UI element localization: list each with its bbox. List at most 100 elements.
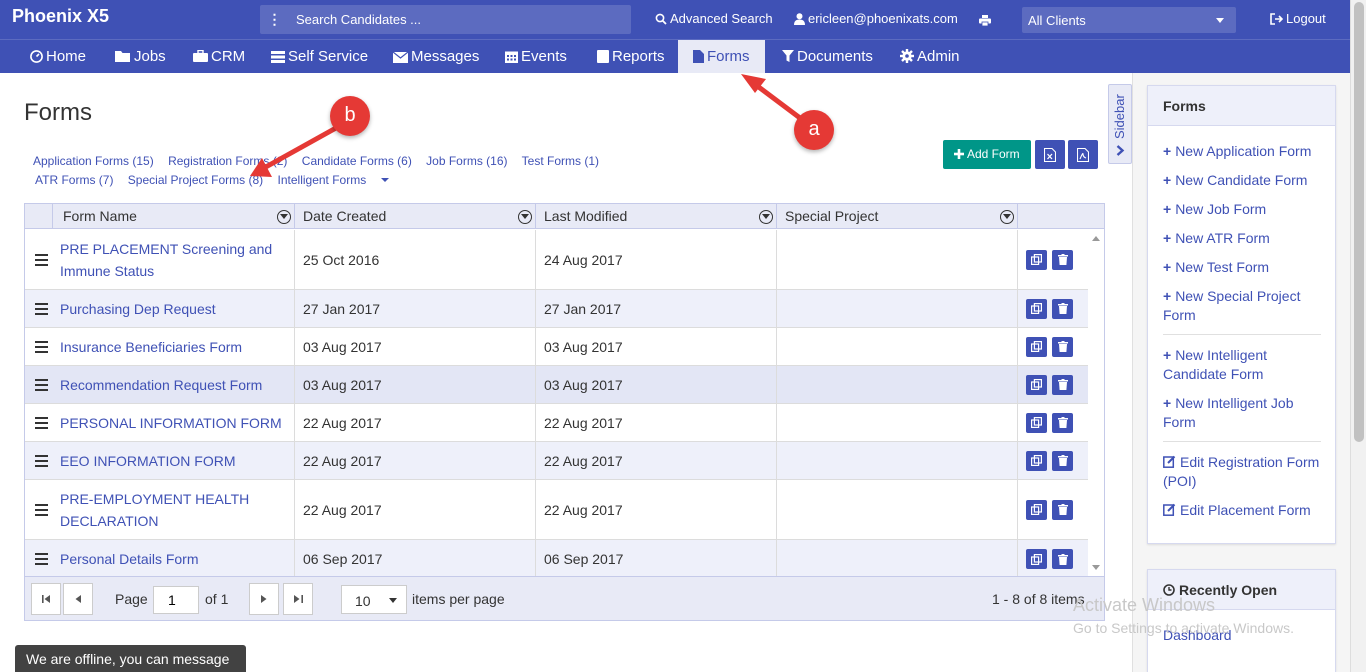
nav-jobs[interactable]: Jobs [115,40,166,73]
form-name-link[interactable]: PERSONAL INFORMATION FORM [52,404,294,441]
grid-scrollbar[interactable] [1088,230,1104,576]
advanced-search-link[interactable]: Advanced Search [655,11,773,26]
new-atr-form-link[interactable]: + New ATR Form [1163,229,1323,248]
nav-documents[interactable]: Documents [782,40,873,73]
logout-button[interactable]: Logout [1270,11,1326,26]
column-filter-icon[interactable] [759,210,773,224]
copy-form-button[interactable] [1026,499,1047,520]
user-menu[interactable]: ericleen@phoenixats.com [794,11,958,26]
drag-handle-icon[interactable] [35,454,48,467]
new-intelligent-candidate-form-link[interactable]: + New Intelligent Candidate Form [1163,346,1323,384]
form-name-link[interactable]: Personal Details Form [52,540,294,576]
app-title[interactable]: Phoenix X5 [12,6,109,27]
new-application-form-link[interactable]: + New Application Form [1163,142,1323,161]
table-row[interactable]: PRE PLACEMENT Screening and Immune Statu… [25,230,1088,290]
new-intelligent-job-form-link[interactable]: + New Intelligent Job Form [1163,394,1323,432]
delete-form-button[interactable] [1052,450,1073,471]
form-name-link[interactable]: Insurance Beneficiaries Form [52,328,294,365]
form-name-link[interactable]: Recommendation Request Form [52,366,294,403]
column-filter-icon[interactable] [1000,210,1014,224]
table-row[interactable]: EEO INFORMATION FORM 22 Aug 2017 22 Aug … [25,442,1088,480]
filter-application-forms[interactable]: Application Forms (15) [33,154,154,168]
page-scrollbar[interactable] [1350,0,1366,672]
copy-form-button[interactable] [1026,374,1047,395]
table-row[interactable]: Purchasing Dep Request 27 Jan 2017 27 Ja… [25,290,1088,328]
copy-form-button[interactable] [1026,336,1047,357]
delete-form-button[interactable] [1052,549,1073,569]
delete-form-button[interactable] [1052,374,1073,395]
column-date-created[interactable]: Date Created [294,204,535,229]
copy-form-button[interactable] [1026,450,1047,471]
new-job-form-link[interactable]: + New Job Form [1163,200,1323,219]
copy-form-button[interactable] [1026,249,1047,270]
chat-offline-bar[interactable]: We are offline, you can message us. [15,645,246,672]
filter-candidate-forms[interactable]: Candidate Forms (6) [302,154,412,168]
drag-handle-icon[interactable] [35,253,48,266]
copy-form-button[interactable] [1026,412,1047,433]
search-input[interactable] [289,7,627,32]
column-filter-icon[interactable] [518,210,532,224]
search-options-icon[interactable]: ⋮ [260,5,289,34]
delete-form-button[interactable] [1052,249,1073,270]
column-form-name[interactable]: Form Name [52,204,294,229]
form-name-link[interactable]: PRE-EMPLOYMENT HEALTH DECLARATION [52,480,294,539]
new-candidate-form-link[interactable]: + New Candidate Form [1163,171,1323,190]
form-name-link[interactable]: Purchasing Dep Request [52,290,294,327]
form-name-link[interactable]: PRE PLACEMENT Screening and Immune Statu… [52,230,294,289]
drag-handle-icon[interactable] [35,340,48,353]
filter-job-forms[interactable]: Job Forms (16) [426,154,507,168]
edit-registration-form-link[interactable]: Edit Registration Form (POI) [1163,453,1323,491]
first-page-button[interactable] [31,583,61,615]
scroll-down-icon[interactable] [1092,565,1100,570]
form-name-link[interactable]: EEO INFORMATION FORM [52,442,294,479]
add-form-button[interactable]: Add Form [943,140,1031,169]
print-button[interactable] [979,12,994,27]
copy-form-button[interactable] [1026,298,1047,319]
page-scrollbar-thumb[interactable] [1354,2,1364,442]
scroll-up-icon[interactable] [1092,236,1100,241]
export-excel-button[interactable] [1035,140,1065,169]
column-special-project[interactable]: Special Project [776,204,1017,229]
drag-handle-icon[interactable] [35,416,48,429]
delete-form-button[interactable] [1052,499,1073,520]
nav-self-service[interactable]: Self Service [271,40,368,73]
nav-events[interactable]: Events [505,40,567,73]
filter-special-project-forms[interactable]: Special Project Forms (8) [128,173,263,187]
delete-form-button[interactable] [1052,336,1073,357]
filter-atr-forms[interactable]: ATR Forms (7) [35,173,113,187]
table-row[interactable]: Recommendation Request Form 03 Aug 2017 … [25,366,1088,404]
drag-handle-icon[interactable] [35,378,48,391]
filter-registration-forms[interactable]: Registration Forms (2) [168,154,287,168]
nav-home[interactable]: Home [30,40,86,73]
page-size-select[interactable]: 10 [341,585,407,614]
export-pdf-button[interactable] [1068,140,1098,169]
column-last-modified[interactable]: Last Modified [535,204,776,229]
edit-placement-form-link[interactable]: Edit Placement Form [1163,501,1323,520]
nav-crm[interactable]: CRM [193,40,245,73]
nav-reports[interactable]: Reports [597,40,665,73]
next-page-button[interactable] [249,583,279,615]
table-row[interactable]: PRE-EMPLOYMENT HEALTH DECLARATION 22 Aug… [25,480,1088,540]
client-select[interactable]: All Clients [1022,7,1236,33]
table-row[interactable]: PERSONAL INFORMATION FORM 22 Aug 2017 22… [25,404,1088,442]
page-number-input[interactable] [153,586,199,614]
filter-intelligent-forms[interactable]: Intelligent Forms [278,173,390,187]
prev-page-button[interactable] [63,583,93,615]
drag-handle-icon[interactable] [35,302,48,315]
delete-form-button[interactable] [1052,298,1073,319]
new-special-project-form-link[interactable]: + New Special Project Form [1163,287,1323,325]
nav-messages[interactable]: Messages [392,40,479,73]
table-row[interactable]: Personal Details Form 06 Sep 2017 06 Sep… [25,540,1088,576]
table-row[interactable]: Insurance Beneficiaries Form 03 Aug 2017… [25,328,1088,366]
delete-form-button[interactable] [1052,412,1073,433]
nav-forms[interactable]: Forms [678,40,765,73]
column-filter-icon[interactable] [277,210,291,224]
new-test-form-link[interactable]: + New Test Form [1163,258,1323,277]
drag-handle-icon[interactable] [35,503,48,516]
filter-test-forms[interactable]: Test Forms (1) [522,154,599,168]
nav-admin[interactable]: Admin [900,40,960,73]
copy-form-button[interactable] [1026,549,1047,569]
last-page-button[interactable] [283,583,313,615]
sidebar-toggle[interactable]: Sidebar [1108,84,1132,164]
drag-handle-icon[interactable] [35,553,48,565]
